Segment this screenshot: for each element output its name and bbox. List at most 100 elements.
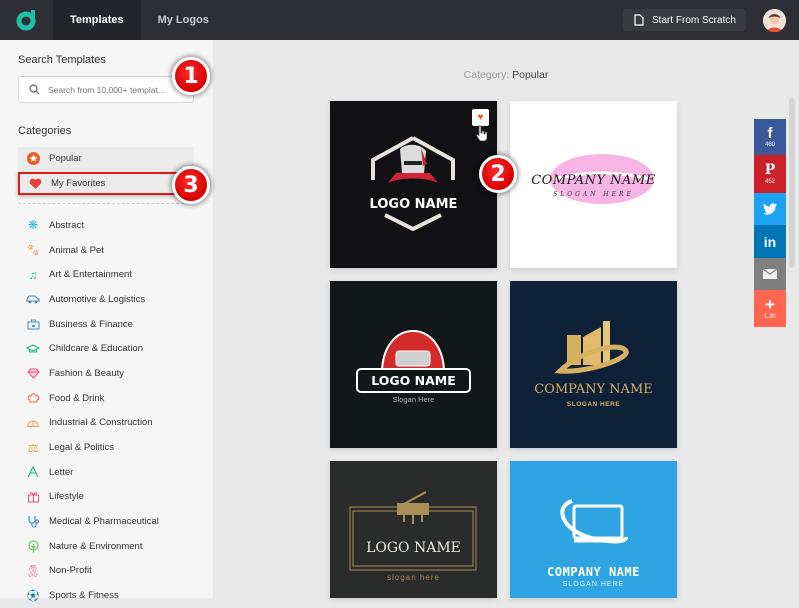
template-card[interactable]: LOGO NAME slogan here <box>330 461 497 598</box>
category-label: Food & Drink <box>49 392 105 404</box>
share-twitter-button[interactable] <box>754 193 786 225</box>
category-label: Lifestyle <box>49 491 84 503</box>
paw-icon: 🐾︎ <box>25 243 41 258</box>
category-label: Abstract <box>49 219 84 231</box>
category-label: Non-Profit <box>49 565 92 577</box>
share-linkedin-button[interactable]: in <box>754 225 786 258</box>
tree-icon <box>26 539 40 553</box>
category-label: Letter <box>49 466 74 478</box>
building-logo-graphic <box>554 321 629 374</box>
heart-icon: ♥ <box>477 112 484 123</box>
category-nature-environment[interactable]: Nature & Environment <box>18 534 194 559</box>
template-card[interactable]: LOGO NAME ♥ <box>330 101 497 268</box>
tab-my-logos[interactable]: My Logos <box>141 0 226 40</box>
share-facebook-button[interactable]: f 460 <box>754 119 786 155</box>
diamond-icon <box>26 366 40 380</box>
category-popular-label: Popular <box>49 153 82 164</box>
share-count: 460 <box>764 142 775 148</box>
category-popular[interactable]: Popular <box>18 147 194 170</box>
avatar-icon <box>763 9 786 32</box>
template-card[interactable]: COMPANY NAME SLOGAN HERE <box>510 461 677 598</box>
search-icon <box>29 84 40 95</box>
category-letter[interactable]: Letter <box>18 460 194 485</box>
category-heading-label: Category: <box>463 69 510 81</box>
template-name: COMPANY NAME <box>531 173 656 188</box>
category-childcare-education[interactable]: Childcare & Education <box>18 336 194 361</box>
favorite-button[interactable]: ♥ <box>472 109 489 126</box>
template-slogan: slogan here <box>387 573 440 582</box>
category-label: Sports & Fitness <box>49 590 119 602</box>
category-label: Legal & Politics <box>49 442 114 454</box>
template-name: LOGO NAME <box>369 197 458 212</box>
search-templates-title: Search Templates <box>18 54 106 66</box>
category-industrial-construction[interactable]: Industrial & Construction <box>18 411 194 436</box>
share-more-button[interactable]: + 1.3K <box>754 290 786 327</box>
abstract-icon: ❋ <box>27 218 39 233</box>
template-card[interactable]: COMPANY NAME SLOGAN HERE <box>510 101 677 268</box>
music-icon: ♫ <box>28 267 38 282</box>
tab-templates[interactable]: Templates <box>53 0 141 40</box>
twitter-icon <box>763 203 777 215</box>
category-label: Medical & Pharmaceutical <box>49 516 159 528</box>
category-label: Fashion & Beauty <box>49 367 124 379</box>
annotation-badge-1: 1 <box>172 57 210 95</box>
sidebar: Search Templates Categories Popular My F… <box>0 40 213 602</box>
plus-icon: + <box>765 295 775 314</box>
category-label: Automotive & Logistics <box>49 293 146 305</box>
divider <box>18 203 194 204</box>
category-label: Nature & Environment <box>49 540 143 552</box>
category-fashion-beauty[interactable]: Fashion & Beauty <box>18 361 194 386</box>
category-automotive-logistics[interactable]: Automotive & Logistics <box>18 287 194 312</box>
email-icon <box>763 269 777 279</box>
user-avatar[interactable] <box>763 9 786 32</box>
category-label: Childcare & Education <box>49 343 143 355</box>
heart-icon <box>28 177 42 191</box>
share-pinterest-button[interactable]: P 452 <box>754 155 786 193</box>
category-abstract[interactable]: ❋ Abstract <box>18 213 194 238</box>
template-name: LOGO NAME <box>366 540 461 556</box>
share-count: 1.3K <box>763 314 777 320</box>
stethoscope-icon <box>26 515 40 529</box>
graduation-cap-icon <box>26 342 40 356</box>
search-box[interactable] <box>18 76 194 103</box>
category-list: ❋ Abstract 🐾︎ Animal & Pet ♫ Art & Entertai… <box>18 213 194 608</box>
scrollbar[interactable] <box>789 98 795 268</box>
template-card[interactable]: LOGO NAME Slogan Here <box>330 281 497 448</box>
category-label: Business & Finance <box>49 318 133 330</box>
start-from-scratch-button[interactable]: Start From Scratch <box>623 9 746 31</box>
share-email-button[interactable] <box>754 258 786 290</box>
category-medical-pharmaceutical[interactable]: Medical & Pharmaceutical <box>18 509 194 534</box>
category-art-entertainment[interactable]: ♫ Art & Entertainment <box>18 262 194 287</box>
category-heading: Category: Popular <box>213 69 799 81</box>
search-input[interactable] <box>48 84 178 95</box>
start-from-scratch-label: Start From Scratch <box>652 14 736 26</box>
category-non-profit[interactable]: 🎗︎ Non-Profit <box>18 559 194 584</box>
template-slogan: SLOGAN HERE <box>562 581 625 588</box>
hard-hat-icon <box>26 416 40 430</box>
template-name: COMPANY NAME <box>547 565 640 579</box>
template-slogan: SLOGAN HERE <box>566 401 621 408</box>
category-my-favorites[interactable]: My Favorites <box>18 172 194 195</box>
category-lifestyle[interactable]: Lifestyle <box>18 485 194 510</box>
template-card[interactable]: COMPANY NAME SLOGAN HERE <box>510 281 677 448</box>
category-animal-pet[interactable]: 🐾︎ Animal & Pet <box>18 238 194 263</box>
ribbon-icon: 🎗︎ <box>25 563 41 578</box>
knight-logo-graphic <box>371 136 455 232</box>
category-business-finance[interactable]: Business & Finance <box>18 312 194 337</box>
app-logo-icon <box>16 10 35 31</box>
category-food-drink[interactable]: Food & Drink <box>18 386 194 411</box>
category-label: Animal & Pet <box>49 244 104 256</box>
linkedin-icon: in <box>763 233 777 250</box>
annotation-badge-2: 2 <box>479 155 517 193</box>
category-sports-fitness[interactable]: ⚽︎ Sports & Fitness <box>18 583 194 608</box>
app-logo[interactable] <box>0 0 53 40</box>
category-heading-value: Popular <box>512 69 549 81</box>
template-name: COMPANY NAME <box>534 382 653 397</box>
vr-hood-logo-graphic <box>356 329 471 393</box>
facebook-icon: f <box>767 125 773 142</box>
category-legal-politics[interactable]: ⚖ Legal & Politics <box>18 435 194 460</box>
letter-icon <box>26 465 40 479</box>
car-icon <box>26 292 40 306</box>
top-bar: Templates My Logos Start From Scratch <box>0 0 799 40</box>
category-label: Art & Entertainment <box>49 269 132 281</box>
